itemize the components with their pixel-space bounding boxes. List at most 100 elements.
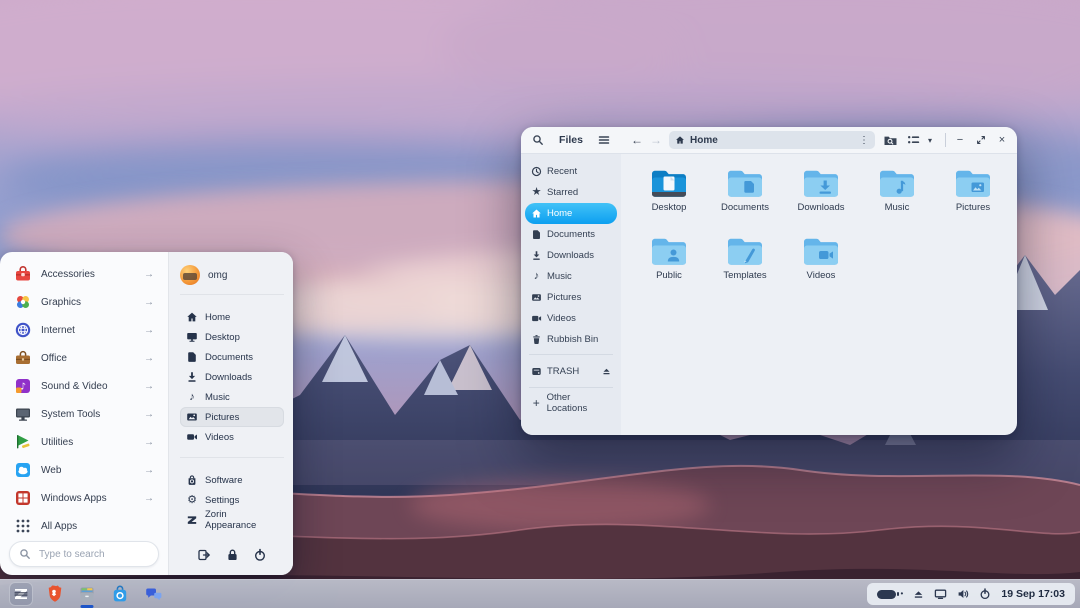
sound-video-icon: ♪: [14, 377, 32, 395]
brave-browser-button[interactable]: [42, 582, 66, 606]
menu-category-accessories[interactable]: Accessories →: [9, 260, 159, 288]
search-icon[interactable]: [530, 132, 546, 148]
folder-templates[interactable]: Templates: [707, 236, 783, 300]
sidebar-item-rubbish-bin[interactable]: Rubbish Bin: [525, 329, 617, 350]
gear-icon: ⚙: [186, 494, 198, 506]
address-bar[interactable]: Home ⋮: [669, 131, 875, 149]
menu-categories-panel: Accessories → Graphics → Internet → Offi…: [0, 252, 168, 575]
files-content-area[interactable]: Desktop Documents Downloads Music Pictur…: [621, 154, 1017, 435]
menu-shortcut-zorin-appearance[interactable]: Zorin Appearance: [180, 510, 284, 530]
place-label: Downloads: [205, 372, 252, 383]
view-options-caret-icon[interactable]: ▾: [928, 136, 938, 145]
sidebar-item-other-locations[interactable]: + Other Locations: [525, 392, 617, 413]
minimize-button[interactable]: −: [953, 133, 967, 147]
menu-place-music[interactable]: ♪ Music: [180, 387, 284, 407]
menu-all-apps[interactable]: All Apps: [9, 512, 159, 540]
software-store-button[interactable]: [108, 582, 132, 606]
address-text: Home: [690, 135, 718, 146]
search-input[interactable]: [37, 548, 173, 561]
folder-documents[interactable]: Documents: [707, 168, 783, 232]
files-toolbar: ← → Home ⋮ ▾ − ×: [621, 131, 1017, 149]
menu-category-system-tools[interactable]: System Tools →: [9, 400, 159, 428]
hamburger-menu-icon[interactable]: [596, 132, 612, 148]
volume-icon[interactable]: [957, 588, 969, 600]
folder-music[interactable]: Music: [859, 168, 935, 232]
eject-icon[interactable]: [602, 367, 611, 376]
sidebar-item-label: Home: [547, 208, 572, 219]
sidebar-item-home[interactable]: Home: [525, 203, 617, 224]
star-icon: ★: [531, 187, 542, 198]
menu-place-pictures[interactable]: Pictures: [180, 407, 284, 427]
menu-separator: [180, 294, 284, 295]
close-button[interactable]: ×: [995, 133, 1009, 147]
folder-downloads[interactable]: Downloads: [783, 168, 859, 232]
sidebar-item-label: Downloads: [547, 250, 594, 261]
back-button[interactable]: ←: [631, 134, 643, 146]
zorin-app-menu: Accessories → Graphics → Internet → Offi…: [0, 252, 293, 575]
menu-place-documents[interactable]: Documents: [180, 347, 284, 367]
menu-category-internet[interactable]: Internet →: [9, 316, 159, 344]
sidebar-item-label: Music: [547, 271, 572, 282]
music-note-icon: ♪: [186, 391, 198, 403]
place-label: Music: [205, 392, 230, 403]
sidebar-item-pictures[interactable]: Pictures: [525, 287, 617, 308]
chat-app-button[interactable]: [141, 582, 165, 606]
kebab-menu-icon[interactable]: ⋮: [859, 135, 869, 146]
folder-label: Downloads: [798, 202, 845, 213]
sidebar-item-starred[interactable]: ★ Starred: [525, 182, 617, 203]
forward-button[interactable]: →: [650, 134, 662, 146]
system-tools-monitor-icon: [14, 405, 32, 423]
sidebar-item-music[interactable]: ♪ Music: [525, 266, 617, 287]
sidebar-separator: [529, 354, 613, 355]
sidebar-item-documents[interactable]: Documents: [525, 224, 617, 245]
menu-category-graphics[interactable]: Graphics →: [9, 288, 159, 316]
menu-place-videos[interactable]: Videos: [180, 427, 284, 447]
taskbar: • 19 Sep 17:03: [0, 579, 1080, 608]
files-app-button[interactable]: [75, 582, 99, 606]
menu-category-utilities[interactable]: Utilities →: [9, 428, 159, 456]
display-icon[interactable]: [934, 588, 947, 600]
sidebar-item-downloads[interactable]: Downloads: [525, 245, 617, 266]
folder-videos[interactable]: Videos: [783, 236, 859, 300]
home-icon: [675, 135, 685, 145]
download-icon: [531, 250, 542, 261]
sidebar-item-label: Other Locations: [547, 392, 611, 414]
log-out-button[interactable]: [196, 547, 212, 563]
files-titlebar[interactable]: Files ← → Home ⋮ ▾ −: [521, 127, 1017, 154]
eject-icon[interactable]: [913, 589, 924, 600]
folder-desktop[interactable]: Desktop: [631, 168, 707, 232]
sidebar-item-videos[interactable]: Videos: [525, 308, 617, 329]
menu-category-windows-apps[interactable]: Windows Apps →: [9, 484, 159, 512]
menu-category-web[interactable]: Web →: [9, 456, 159, 484]
menu-place-downloads[interactable]: Downloads: [180, 367, 284, 387]
submenu-arrow-icon: →: [144, 409, 154, 420]
menu-place-desktop[interactable]: Desktop: [180, 327, 284, 347]
sidebar-item-recent[interactable]: Recent: [525, 161, 617, 182]
document-icon: [186, 351, 198, 363]
system-tray[interactable]: • 19 Sep 17:03: [867, 583, 1075, 605]
folder-search-icon[interactable]: [882, 132, 898, 148]
user-account-row[interactable]: omg: [180, 262, 284, 288]
trash-icon: [531, 334, 542, 345]
lock-button[interactable]: [224, 547, 240, 563]
power-icon[interactable]: [979, 588, 991, 600]
folder-public[interactable]: Public: [631, 236, 707, 300]
zorin-menu-button[interactable]: [9, 582, 33, 606]
menu-shortcut-settings[interactable]: ⚙ Settings: [180, 490, 284, 510]
power-button[interactable]: [252, 547, 268, 563]
folder-label: Templates: [723, 270, 766, 281]
menu-place-home[interactable]: Home: [180, 307, 284, 327]
category-label: Windows Apps: [41, 493, 107, 504]
menu-category-sound-video[interactable]: ♪ Sound & Video →: [9, 372, 159, 400]
menu-search-bar[interactable]: [9, 541, 159, 567]
pictures-folder-icon: [954, 168, 992, 199]
view-list-icon[interactable]: [905, 132, 921, 148]
menu-category-office[interactable]: Office →: [9, 344, 159, 372]
menu-shortcut-software[interactable]: Software: [180, 470, 284, 490]
sidebar-separator: [529, 387, 613, 388]
zorin-logo-icon: [12, 585, 30, 603]
maximize-button[interactable]: [974, 133, 988, 147]
clock[interactable]: 19 Sep 17:03: [1001, 588, 1065, 600]
sidebar-item-trash-drive[interactable]: TRASH: [525, 359, 617, 383]
folder-pictures[interactable]: Pictures: [935, 168, 1011, 232]
